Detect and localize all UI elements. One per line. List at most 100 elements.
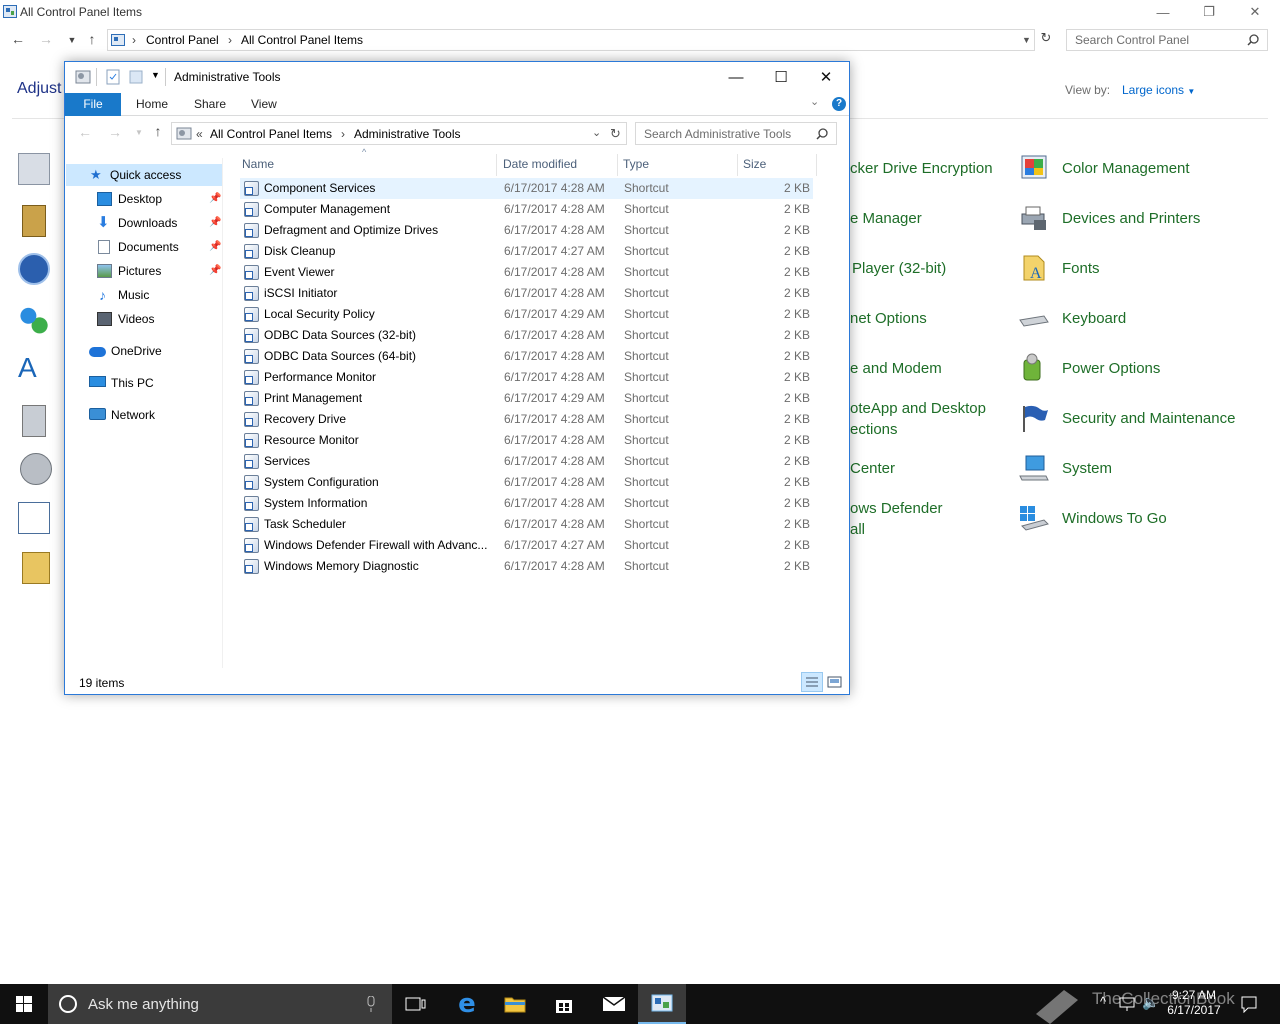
close-button[interactable]: ✕ xyxy=(1232,0,1278,24)
file-row[interactable]: Resource Monitor 6/17/2017 4:28 AM Shortcu… xyxy=(240,430,813,451)
column-divider[interactable] xyxy=(816,154,817,176)
cp-item-sync-center[interactable]: Center xyxy=(850,458,895,479)
work-folders-icon[interactable] xyxy=(22,552,50,584)
recent-locations-button[interactable]: ▼ xyxy=(62,35,82,53)
tab-share[interactable]: Share xyxy=(184,93,236,116)
pin-icon[interactable]: 📌 xyxy=(209,188,221,210)
breadcrumb-control-panel[interactable]: Control Panel xyxy=(146,33,219,47)
maximize-button[interactable]: ☐ xyxy=(758,62,804,92)
nav-this-pc[interactable]: This PC xyxy=(65,372,223,394)
file-row[interactable]: Local Security Policy 6/17/2017 4:29 AM Sh… xyxy=(240,304,813,325)
quick-access-toolbar-dropdown[interactable]: ▼ xyxy=(151,70,160,80)
large-icons-view-button[interactable] xyxy=(825,672,845,692)
cp-item-defender-firewall[interactable]: ows Defender xyxy=(850,498,943,519)
column-divider[interactable] xyxy=(496,154,497,176)
volume-icon[interactable]: 🔈 xyxy=(1142,994,1159,1011)
view-by-dropdown[interactable]: Large icons ▼ xyxy=(1122,83,1195,97)
recent-locations-button[interactable]: ▼ xyxy=(129,128,149,146)
file-row[interactable]: Services 6/17/2017 4:28 AM Shortcut 2 KB xyxy=(240,451,813,472)
file-row[interactable]: ODBC Data Sources (32-bit) 6/17/2017 4:28… xyxy=(240,325,813,346)
properties-icon[interactable] xyxy=(105,69,121,85)
usb-drive-icon[interactable] xyxy=(1018,502,1050,534)
up-button[interactable]: ↑ xyxy=(82,31,102,49)
file-row[interactable]: Performance Monitor 6/17/2017 4:28 AM Shor… xyxy=(240,367,813,388)
expand-ribbon-icon[interactable]: ⌄ xyxy=(810,95,819,108)
network-icon[interactable] xyxy=(1118,996,1136,1012)
pin-icon[interactable]: 📌 xyxy=(209,236,221,258)
search-icon[interactable] xyxy=(1247,34,1259,46)
column-divider[interactable] xyxy=(617,154,618,176)
details-view-button[interactable] xyxy=(801,672,823,692)
nav-pictures[interactable]: Pictures 📌 xyxy=(65,260,223,282)
close-button[interactable]: ✕ xyxy=(803,62,849,92)
cp-item-defender-firewall-line2[interactable]: all xyxy=(850,519,865,540)
action-center-icon[interactable] xyxy=(1240,995,1258,1013)
file-row[interactable]: Print Management 6/17/2017 4:29 AM Shortcu… xyxy=(240,388,813,409)
up-button[interactable]: ↑ xyxy=(148,123,168,141)
file-explorer-button[interactable] xyxy=(491,984,539,1024)
microphone-icon[interactable] xyxy=(366,996,376,1012)
language-icon[interactable]: A xyxy=(18,352,50,384)
cp-item-phone-modem[interactable]: e and Modem xyxy=(850,358,942,379)
cp-item-remoteapp-line2[interactable]: ections xyxy=(850,419,898,440)
address-box[interactable]: › Control Panel › All Control Panel Item… xyxy=(107,29,1035,51)
file-row[interactable]: iSCSI Initiator 6/17/2017 4:28 AM Shortcut… xyxy=(240,283,813,304)
programs-icon[interactable] xyxy=(22,405,46,437)
cp-item-keyboard[interactable]: Keyboard xyxy=(1062,308,1126,329)
edge-browser-button[interactable]: e xyxy=(443,984,491,1024)
breadcrumb-admin-tools[interactable]: Administrative Tools xyxy=(354,127,461,141)
nav-desktop[interactable]: Desktop 📌 xyxy=(65,188,223,210)
cp-item-bitlocker[interactable]: cker Drive Encryption xyxy=(850,158,993,179)
cp-item-windows-to-go[interactable]: Windows To Go xyxy=(1062,508,1167,529)
file-row[interactable]: Defragment and Optimize Drives 6/17/2017 … xyxy=(240,220,813,241)
task-view-button[interactable] xyxy=(392,984,440,1024)
control-panel-taskbar-button[interactable] xyxy=(638,984,686,1024)
nav-quick-access[interactable]: ★ Quick access xyxy=(66,164,222,186)
search-admin-tools-input[interactable]: Search Administrative Tools xyxy=(635,122,837,145)
refresh-button[interactable]: ↻ xyxy=(1036,30,1056,48)
cp-item-color-management[interactable]: Color Management xyxy=(1062,158,1190,179)
cp-item-fonts[interactable]: Fonts xyxy=(1062,258,1100,279)
minimize-button[interactable]: — xyxy=(1140,0,1186,24)
search-icon[interactable] xyxy=(816,128,828,140)
computer-icon[interactable] xyxy=(1018,452,1050,484)
column-header-date-modified[interactable]: Date modified xyxy=(503,152,577,176)
back-button[interactable]: ← xyxy=(75,124,95,142)
cp-item-devices-printers[interactable]: Devices and Printers xyxy=(1062,208,1200,229)
chevron-down-icon[interactable]: ⌄ xyxy=(592,126,601,139)
nav-music[interactable]: ♪ Music xyxy=(65,284,223,306)
cp-item-security-maintenance[interactable]: Security and Maintenance xyxy=(1062,408,1235,429)
minimize-button[interactable]: — xyxy=(713,62,759,92)
fonts-icon[interactable]: A xyxy=(1018,252,1050,284)
cp-item-power-options[interactable]: Power Options xyxy=(1062,358,1160,379)
pin-icon[interactable]: 📌 xyxy=(209,212,221,234)
file-row[interactable]: Task Scheduler 6/17/2017 4:28 AM Shortcut 2… xyxy=(240,514,813,535)
address-box[interactable]: « All Control Panel Items › Administrati… xyxy=(171,122,627,145)
pin-icon[interactable]: 📌 xyxy=(209,260,221,282)
file-row[interactable]: Recovery Drive 6/17/2017 4:28 AM Shortcut 2… xyxy=(240,409,813,430)
tab-file[interactable]: File xyxy=(65,93,121,116)
file-row[interactable]: Component Services 6/17/2017 4:28 AM Short… xyxy=(240,178,813,199)
tab-home[interactable]: Home xyxy=(126,93,178,116)
cp-item-system[interactable]: System xyxy=(1062,458,1112,479)
file-row[interactable]: Windows Memory Diagnostic 6/17/2017 4:28 … xyxy=(240,556,813,577)
admin-tools-icon[interactable] xyxy=(18,153,50,185)
file-row[interactable]: Computer Management 6/17/2017 4:28 AM Shor… xyxy=(240,199,813,220)
keyboard-icon[interactable] xyxy=(1018,302,1050,334)
back-button[interactable]: ← xyxy=(8,31,28,49)
column-header-type[interactable]: Type xyxy=(623,152,649,176)
cp-item-remoteapp[interactable]: oteApp and Desktop xyxy=(850,398,986,419)
file-row[interactable]: Event Viewer 6/17/2017 4:28 AM Shortcut 2 K… xyxy=(240,262,813,283)
homegroup-icon[interactable] xyxy=(20,303,48,335)
forward-button[interactable]: → xyxy=(36,31,56,49)
flag-icon[interactable] xyxy=(1018,402,1050,434)
nav-documents[interactable]: Documents 📌 xyxy=(65,236,223,258)
column-header-size[interactable]: Size xyxy=(743,152,766,176)
show-hidden-icons-button[interactable]: ^ xyxy=(1100,994,1106,1009)
taskbar-clock[interactable]: 9:27 AM 6/17/2017 xyxy=(1162,988,1226,1018)
refresh-button[interactable]: ↻ xyxy=(605,122,627,145)
nav-network[interactable]: Network xyxy=(65,404,223,426)
breadcrumb-overflow[interactable]: « xyxy=(196,127,203,141)
store-button[interactable] xyxy=(540,984,588,1024)
start-button[interactable] xyxy=(0,984,48,1024)
